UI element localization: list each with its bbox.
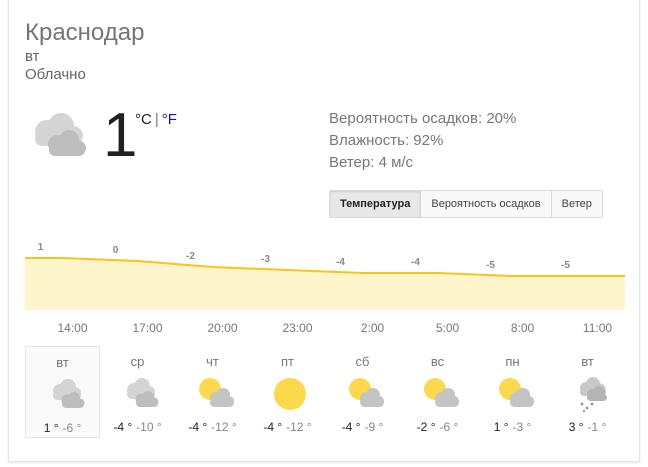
forecast-day-name: сб [355,354,370,369]
temperature-chart[interactable]: 1 14:00 0 17:00 -2 20:00 -3 23:00 -4 2:00 -4 5:00 -5… [25,232,625,342]
precipitation-probability: Вероятность осадков: 20% [329,110,517,127]
forecast-temps: -2 ° -6 ° [400,420,475,434]
time-tick-label: 20:00 [207,321,237,335]
chart-tabs: Температура Вероятность осадков Ветер [329,190,603,218]
forecast-max: -4 ° [263,420,283,434]
forecast-temps: 1 ° -6 ° [26,421,99,435]
forecast-temps: 3 ° -1 ° [550,420,625,434]
forecast-day[interactable]: пн 1 ° -3 ° [475,346,550,438]
forecast-day-name: вт [56,355,69,370]
temperature-label: -3 [261,254,270,265]
time-tick-label: 23:00 [282,321,312,335]
current-condition: Облачно [25,66,86,83]
forecast-min: -3 ° [512,420,532,434]
current-day: вт [25,48,40,65]
temperature-label: 1 [38,242,44,253]
temperature-label: -4 [336,257,345,268]
forecast-max: -4 ° [113,420,133,434]
temperature-label: -2 [186,251,195,262]
forecast-temps: -4 ° -12 ° [175,420,250,434]
tab-precipitation[interactable]: Вероятность осадков [420,191,551,217]
sunny-icon [270,374,310,414]
forecast-min: -12 ° [286,420,312,434]
forecast-max: 3 ° [568,420,584,434]
forecast-max: -2 ° [416,420,436,434]
forecast-min: -1 ° [587,420,607,434]
forecast-day-name: вс [430,354,445,369]
temperature-label: -5 [561,260,570,271]
unit-switcher: °C | °F [135,111,177,129]
snow-cloudy-icon [570,374,610,414]
unit-separator: | [154,111,159,128]
cloudy-icon [120,374,160,414]
partly-cloudy-icon [195,374,235,414]
time-tick-label: 14:00 [57,321,87,335]
tab-wind[interactable]: Ветер [550,191,602,217]
forecast-temps: -4 ° -10 ° [100,420,175,434]
forecast-min: -6 ° [62,421,82,435]
unit-celsius[interactable]: °C [135,111,152,129]
cloudy-icon [25,110,89,162]
temperature-label: 0 [113,245,119,256]
time-tick-label: 5:00 [436,321,460,335]
forecast-min: -9 ° [364,420,384,434]
forecast-day-name: вт [581,354,594,369]
partly-cloudy-icon [345,374,385,414]
partly-cloudy-icon [420,374,460,414]
forecast-day[interactable]: вс -2 ° -6 ° [400,346,475,438]
forecast-min: -10 ° [136,420,162,434]
forecast-max: 1 ° [43,421,59,435]
forecast-day-name: пн [505,354,520,369]
cloudy-icon [46,375,86,415]
forecast-day[interactable]: вт 3 ° -1 ° [550,346,625,438]
forecast-day[interactable]: пт -4 ° -12 ° [250,346,325,438]
humidity: Влажность: 92% [329,132,444,149]
location-title: Краснодар [25,19,145,46]
forecast-min: -12 ° [211,420,237,434]
weather-card: Краснодар вт Облачно 1 °C | °F Вероятность… [8,0,640,462]
partly-cloudy-icon [495,374,535,414]
forecast-temps: 1 ° -3 ° [475,420,550,434]
forecast-day[interactable]: вт 1 ° -6 ° [25,346,100,438]
forecast-max: -4 ° [188,420,208,434]
time-tick-label: 8:00 [511,321,535,335]
forecast-min: -6 ° [439,420,459,434]
forecast-day-name: ср [130,354,145,369]
weather-details: Вероятность осадков: 20% Влажность: 92% … [329,108,516,174]
forecast-day[interactable]: ср -4 ° -10 ° [100,346,175,438]
forecast-temps: -4 ° -12 ° [250,420,325,434]
time-tick-label: 2:00 [361,321,385,335]
forecast-day[interactable]: чт -4 ° -12 ° [175,346,250,438]
temperature-chart-svg: 1 14:00 0 17:00 -2 20:00 -3 23:00 -4 2:00 -4 5:00 -5… [25,242,625,335]
time-tick-label: 11:00 [583,321,612,335]
forecast-temps: -4 ° -9 ° [325,420,400,434]
temperature-label: -4 [411,257,420,268]
current-temperature: 1 [103,101,138,170]
temperature-label: -5 [486,260,495,271]
time-tick-label: 17:00 [132,321,162,335]
forecast-max: -4 ° [341,420,361,434]
daily-forecast: вт 1 ° -6 ° ср -4 ° -10 ° чт -4 ° -12 ° пт [25,346,625,438]
forecast-day[interactable]: сб -4 ° -9 ° [325,346,400,438]
temperature-area [25,258,625,310]
forecast-max: 1 ° [493,420,509,434]
unit-fahrenheit[interactable]: °F [162,111,177,129]
tab-temperature[interactable]: Температура [330,191,421,217]
forecast-day-name: пт [281,354,294,369]
forecast-day-name: чт [206,354,219,369]
wind: Ветер: 4 м/с [329,154,414,171]
